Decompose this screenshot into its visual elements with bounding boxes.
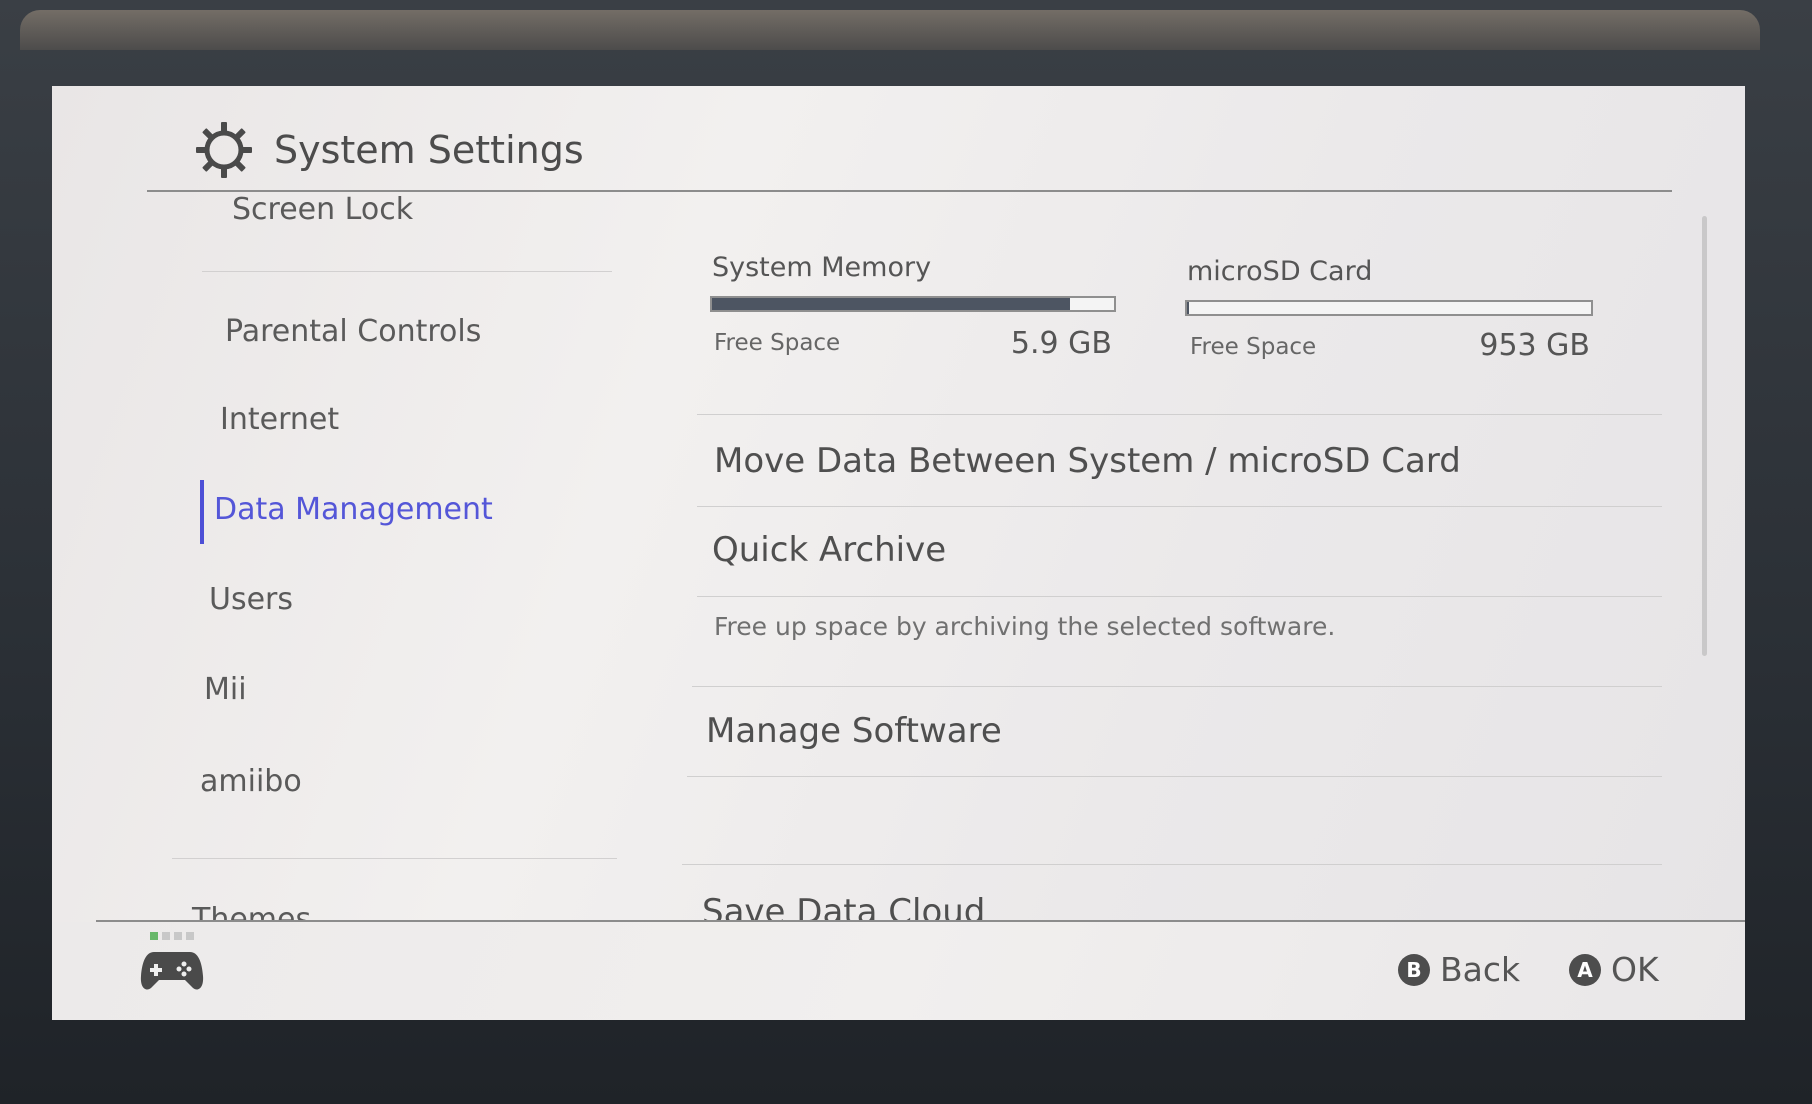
row-divider bbox=[687, 776, 1662, 777]
system-free-label: Free Space bbox=[714, 330, 841, 356]
player-light bbox=[162, 932, 170, 940]
microsd-free-value: 953 GB bbox=[1479, 328, 1590, 363]
quick-archive-description: Free up space by archiving the selected … bbox=[714, 612, 1336, 641]
microsd-card-label: microSD Card bbox=[1187, 256, 1373, 287]
sidebar-item-data-management[interactable]: Data Management bbox=[214, 492, 493, 527]
manage-software-item[interactable]: Manage Software bbox=[706, 711, 1002, 751]
row-divider bbox=[697, 506, 1662, 507]
player-light bbox=[150, 932, 158, 940]
header: System Settings bbox=[52, 86, 1745, 206]
system-memory-label: System Memory bbox=[712, 252, 932, 283]
move-data-item[interactable]: Move Data Between System / microSD Card bbox=[714, 441, 1461, 481]
row-divider bbox=[692, 686, 1662, 687]
active-indicator bbox=[200, 480, 204, 544]
system-memory-bar bbox=[710, 296, 1116, 312]
row-divider bbox=[697, 414, 1662, 415]
page-title: System Settings bbox=[274, 128, 584, 172]
microsd-card-bar-fill bbox=[1187, 302, 1190, 314]
system-memory-bar-fill bbox=[712, 298, 1070, 310]
footer-divider bbox=[96, 920, 1745, 922]
microsd-card-bar bbox=[1185, 300, 1593, 316]
player-light bbox=[186, 932, 194, 940]
screen: System Settings Screen Lock Parental Con… bbox=[52, 86, 1745, 1020]
a-button-icon: A bbox=[1569, 953, 1601, 986]
console-top-edge bbox=[20, 10, 1760, 50]
system-free-value: 5.9 GB bbox=[1010, 326, 1112, 361]
back-label: Back bbox=[1440, 950, 1521, 989]
scrollbar[interactable] bbox=[1702, 216, 1707, 656]
back-button[interactable]: B Back bbox=[1398, 950, 1520, 989]
microsd-free-label: Free Space bbox=[1190, 334, 1317, 360]
sidebar-item-amiibo[interactable]: amiibo bbox=[200, 764, 302, 799]
player-light bbox=[174, 932, 182, 940]
sidebar-item-internet[interactable]: Internet bbox=[220, 402, 339, 437]
sidebar-divider bbox=[172, 858, 617, 859]
b-button-icon: B bbox=[1398, 953, 1430, 986]
gear-icon bbox=[196, 122, 252, 178]
sidebar-item-screen-lock[interactable]: Screen Lock bbox=[232, 192, 413, 227]
sidebar-item-users[interactable]: Users bbox=[209, 582, 293, 617]
sidebar-item-mii[interactable]: Mii bbox=[204, 672, 247, 707]
row-divider bbox=[697, 596, 1662, 597]
controller-icon[interactable] bbox=[140, 946, 204, 996]
ok-button[interactable]: A OK bbox=[1569, 950, 1659, 989]
sidebar-divider bbox=[202, 271, 612, 272]
quick-archive-item[interactable]: Quick Archive bbox=[712, 530, 946, 570]
player-indicator bbox=[150, 932, 194, 940]
sidebar-item-parental-controls[interactable]: Parental Controls bbox=[225, 314, 481, 349]
row-divider bbox=[682, 864, 1662, 865]
ok-label: OK bbox=[1611, 950, 1659, 989]
